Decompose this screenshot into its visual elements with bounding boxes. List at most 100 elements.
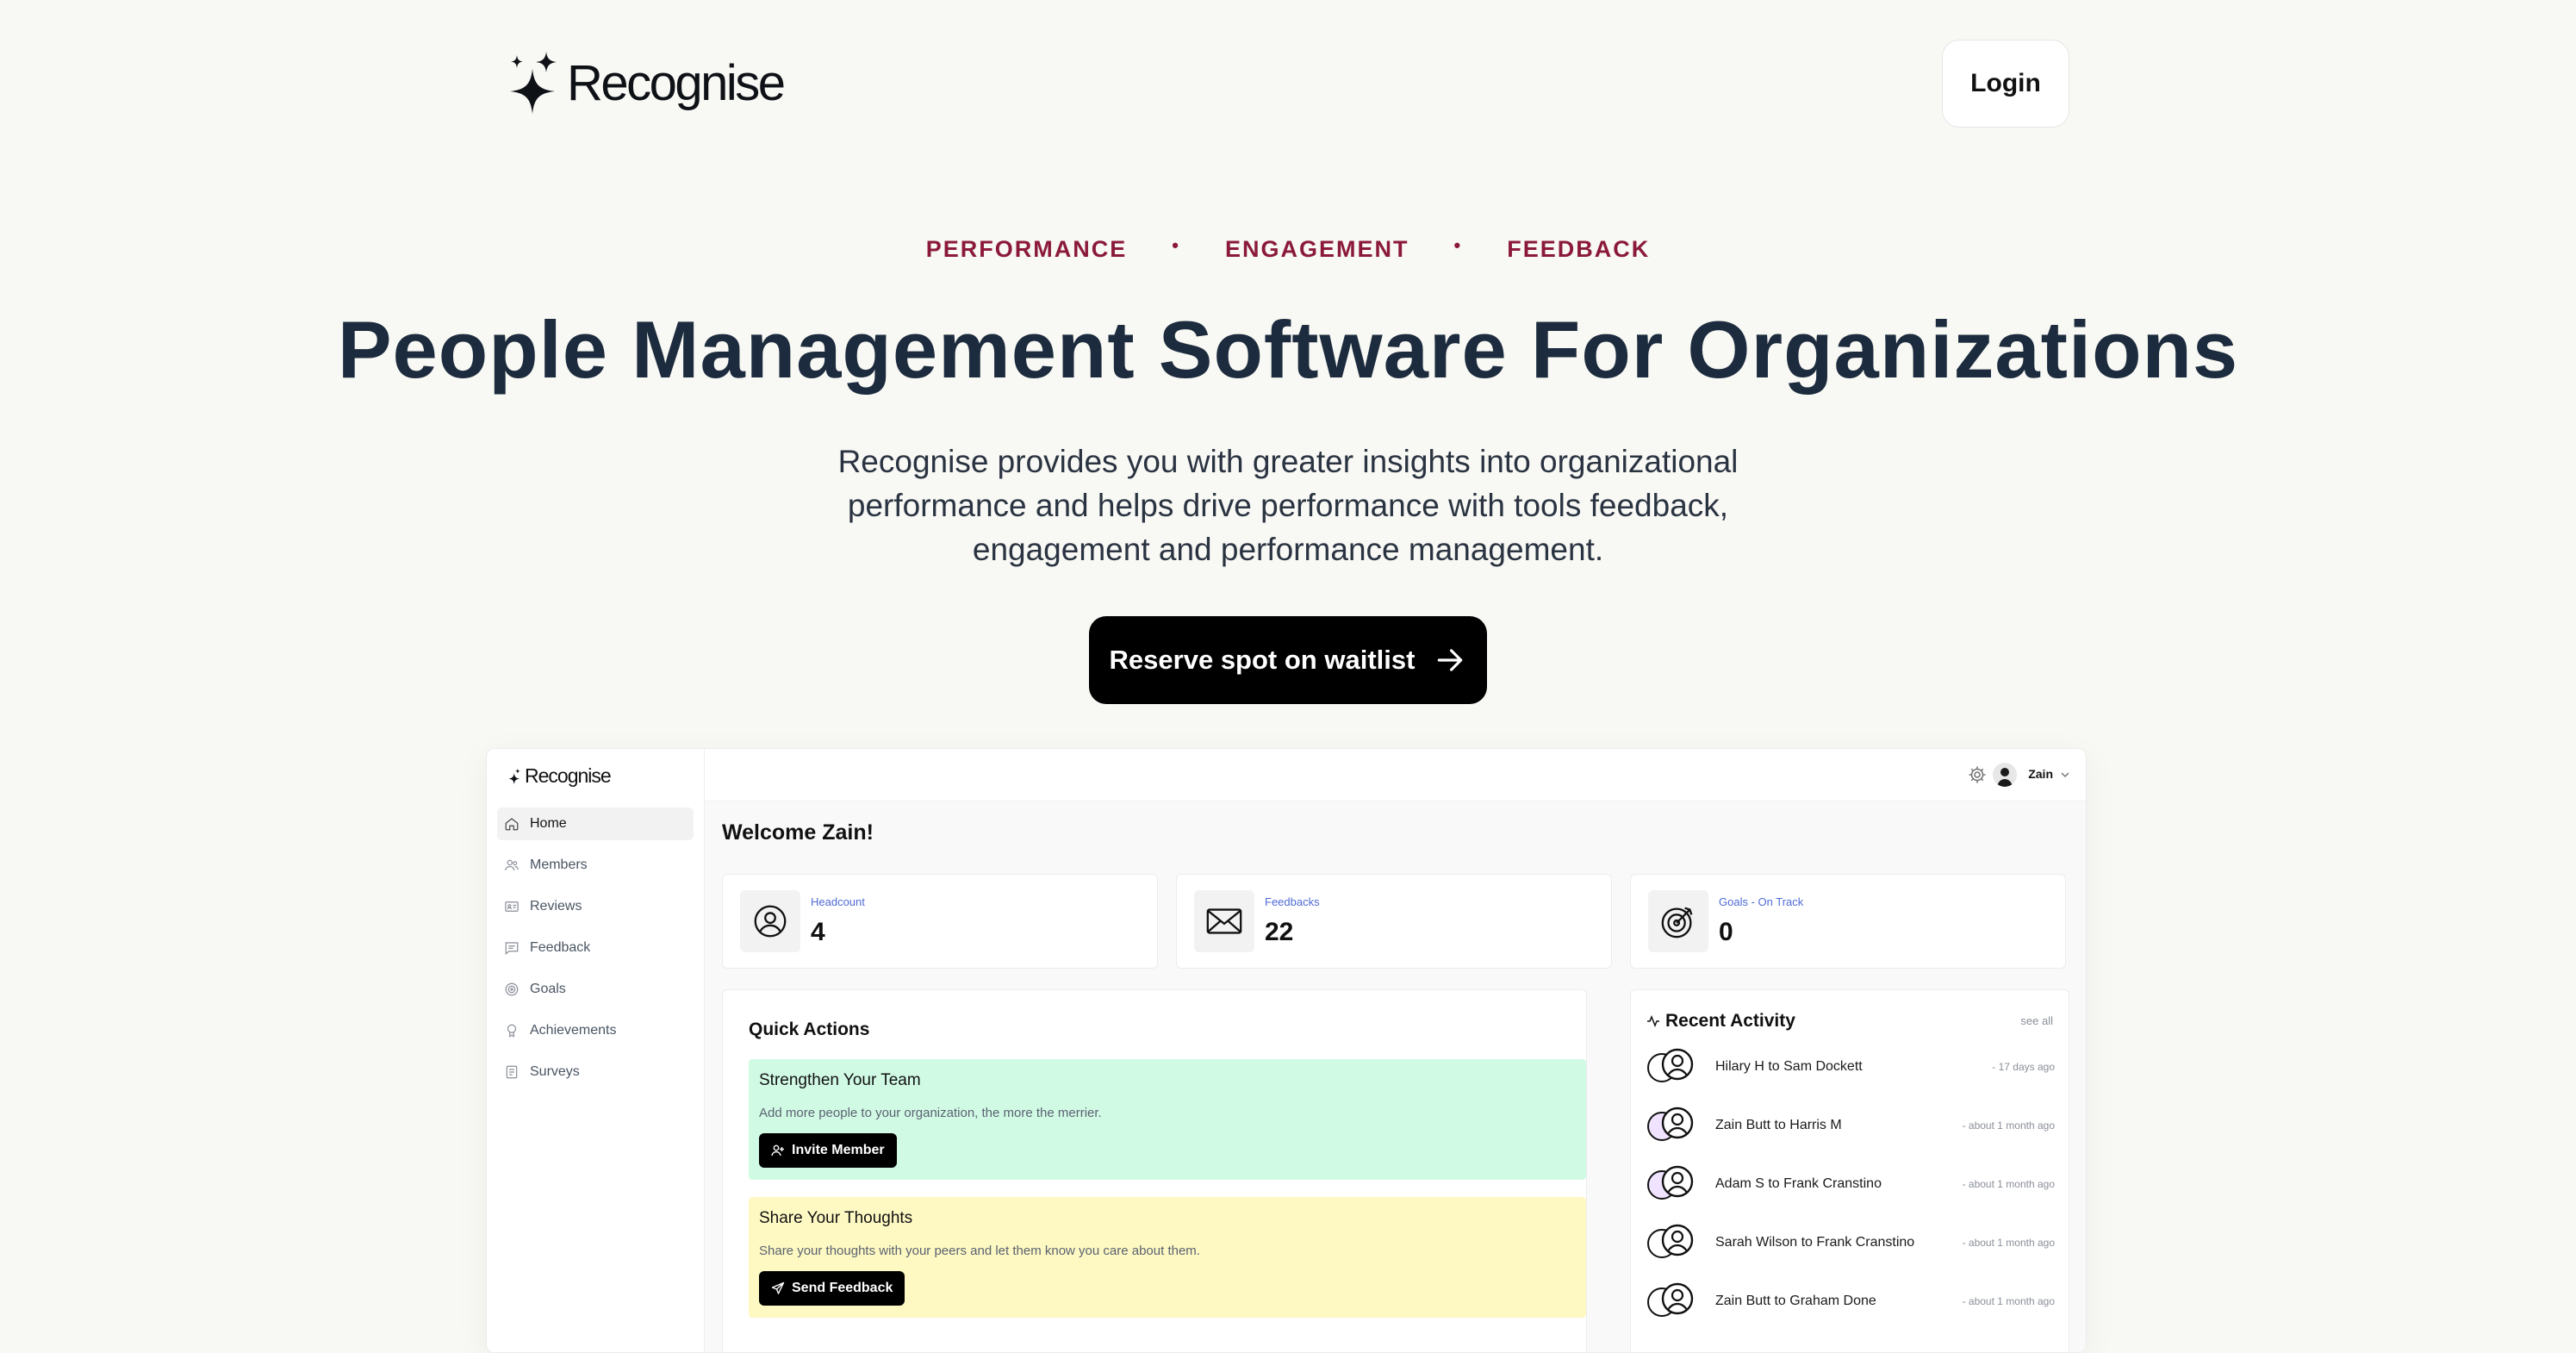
activity-time: - 17 days ago <box>1992 1061 2055 1073</box>
login-button[interactable]: Login <box>1942 40 2069 128</box>
sidebar-item-feedback[interactable]: Feedback <box>497 932 694 964</box>
activity-time: - about 1 month ago <box>1962 1119 2055 1132</box>
invite-member-button[interactable]: Invite Member <box>759 1133 897 1168</box>
sparkle-logo-icon <box>508 768 520 784</box>
quick-action-desc: Add more people to your organization, th… <box>759 1106 1102 1120</box>
sidebar-item-label: Home <box>530 816 567 831</box>
app-brand-name: Recognise <box>525 764 612 787</box>
app-topbar: Zain <box>705 749 2086 801</box>
arrow-right-icon <box>1438 649 1463 671</box>
activity-item[interactable]: Sarah Wilson to Frank Cranstino - about 1… <box>1646 1221 2055 1269</box>
sidebar-item-home[interactable]: Home <box>497 807 694 840</box>
quick-action-title: Strengthen Your Team <box>759 1071 921 1089</box>
activity-item[interactable]: Hilary H to Sam Dockett - 17 days ago <box>1646 1045 2055 1094</box>
user-pair-avatar-icon <box>1647 1107 1694 1141</box>
activity-text: Zain Butt to Harris M <box>1715 1118 1842 1132</box>
brand-logo[interactable]: Recognise <box>507 50 786 115</box>
hero-tags: PERFORMANCE • ENGAGEMENT • FEEDBACK <box>0 234 2576 263</box>
activity-text: Adam S to Frank Cranstino <box>1715 1176 1882 1191</box>
sidebar-item-reviews[interactable]: Reviews <box>497 890 694 923</box>
activity-item[interactable]: Zain Butt to Graham Done - about 1 month … <box>1646 1280 2055 1328</box>
user-circle-icon <box>754 905 787 938</box>
user-pair-avatar-icon <box>1647 1224 1694 1258</box>
sidebar-item-achievements[interactable]: Achievements <box>497 1014 694 1047</box>
stat-label: Feedbacks <box>1265 895 1320 908</box>
user-name[interactable]: Zain <box>2028 767 2053 781</box>
sidebar-item-members[interactable]: Members <box>497 849 694 882</box>
sidebar-item-surveys[interactable]: Surveys <box>497 1056 694 1088</box>
quick-action-desc: Share your thoughts with your peers and … <box>759 1244 1200 1258</box>
activity-item[interactable]: Zain Butt to Harris M - about 1 month ago <box>1646 1104 2055 1152</box>
stat-icon-box <box>740 890 800 952</box>
user-pair-avatar-icon <box>1647 1165 1694 1200</box>
tag-engagement: ENGAGEMENT <box>1224 236 1409 262</box>
chevron-down-icon[interactable] <box>2060 770 2070 780</box>
app-main: Welcome Zain! Headcount 4 Feedbacks 22 G… <box>705 801 2086 1352</box>
stat-card-feedbacks[interactable]: Feedbacks 22 <box>1176 874 1612 969</box>
target-icon <box>1661 907 1693 938</box>
stat-value: 22 <box>1265 918 1294 946</box>
recent-activity-title: Recent Activity <box>1665 1011 1795 1031</box>
send-icon <box>771 1281 785 1294</box>
invite-member-label: Invite Member <box>792 1143 885 1157</box>
message-icon <box>505 942 519 955</box>
stat-card-goals-on-track[interactable]: Goals - On Track 0 <box>1630 874 2066 969</box>
stat-icon-box <box>1648 890 1708 952</box>
user-plus-icon <box>771 1144 784 1157</box>
user-avatar-icon <box>1997 768 2013 787</box>
sidebar-item-goals[interactable]: Goals <box>497 973 694 1006</box>
quick-action-card: Share Your Thoughts Share your thoughts … <box>749 1197 1586 1318</box>
activity-icon <box>1647 1014 1659 1028</box>
stat-label: Goals - On Track <box>1719 895 1804 908</box>
stat-card-headcount[interactable]: Headcount 4 <box>722 874 1158 969</box>
app-brand-logo[interactable]: Recognise <box>507 764 612 788</box>
sidebar-item-label: Goals <box>530 982 566 996</box>
tag-separator: • <box>1172 234 1180 256</box>
recent-activity-header: Recent Activity <box>1646 1011 1795 1032</box>
target-icon <box>505 982 519 996</box>
sidebar-item-label: Feedback <box>530 940 591 955</box>
user-pair-avatar-icon <box>1647 1282 1694 1317</box>
avatar[interactable] <box>1993 763 2017 787</box>
activity-item[interactable]: Adam S to Frank Cranstino - about 1 month… <box>1646 1163 2055 1211</box>
waitlist-button-label: Reserve spot on waitlist <box>1109 645 1416 675</box>
app-sidebar: Recognise Home Members Reviews Feedback … <box>487 749 705 1352</box>
quick-action-card: Strengthen Your Team Add more people to … <box>749 1059 1586 1180</box>
sidebar-item-label: Achievements <box>530 1023 617 1038</box>
sidebar-item-label: Reviews <box>530 899 582 913</box>
tag-feedback: FEEDBACK <box>1507 236 1651 262</box>
activity-text: Hilary H to Sam Dockett <box>1715 1059 1863 1074</box>
quick-actions-title: Quick Actions <box>749 1019 870 1039</box>
clipboard-icon <box>506 1065 518 1079</box>
send-feedback-label: Send Feedback <box>792 1281 893 1295</box>
app-preview: Recognise Home Members Reviews Feedback … <box>486 748 2087 1353</box>
user-pair-avatar-icon <box>1647 1048 1694 1082</box>
id-card-icon <box>505 901 519 912</box>
quick-actions-panel: Quick Actions Strengthen Your Team Add m… <box>722 989 1587 1352</box>
tag-separator: • <box>1453 234 1463 256</box>
activity-time: - about 1 month ago <box>1962 1237 2055 1249</box>
activity-text: Sarah Wilson to Frank Cranstino <box>1715 1235 1915 1250</box>
tag-performance: PERFORMANCE <box>925 236 1128 262</box>
waitlist-button[interactable]: Reserve spot on waitlist <box>1089 616 1487 704</box>
activity-time: - about 1 month ago <box>1962 1295 2055 1307</box>
see-all-link[interactable]: see all <box>2020 1014 2053 1027</box>
send-feedback-button[interactable]: Send Feedback <box>759 1271 905 1306</box>
activity-time: - about 1 month ago <box>1962 1178 2055 1190</box>
sparkle-logo-icon <box>510 52 557 114</box>
hero-title: People Management Software For Organizat… <box>337 304 2239 395</box>
users-icon <box>505 859 519 871</box>
brand-name: Recognise <box>567 54 786 111</box>
home-icon <box>505 818 519 831</box>
stat-value: 0 <box>1719 918 1733 946</box>
gear-icon[interactable] <box>1967 764 1988 785</box>
sidebar-item-label: Surveys <box>530 1064 580 1079</box>
welcome-heading: Welcome Zain! <box>722 820 874 845</box>
recent-activity-panel: Recent Activity see all Hilary H to Sam … <box>1630 989 2069 1352</box>
award-icon <box>507 1024 517 1038</box>
stat-label: Headcount <box>811 895 865 908</box>
activity-text: Zain Butt to Graham Done <box>1715 1294 1876 1308</box>
sidebar-item-label: Members <box>530 857 588 872</box>
stat-icon-box <box>1194 890 1254 952</box>
envelope-icon <box>1206 908 1242 934</box>
